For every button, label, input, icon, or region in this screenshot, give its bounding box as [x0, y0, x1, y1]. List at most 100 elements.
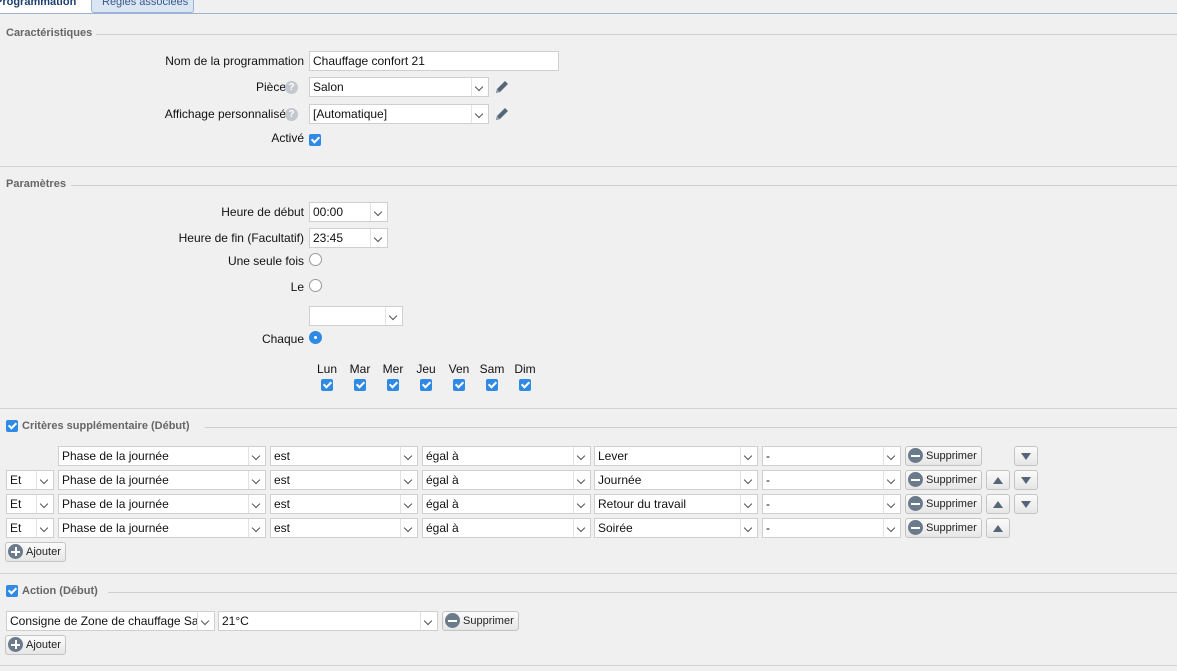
chevron-down-icon	[471, 78, 488, 96]
critere-op-select[interactable]: Et	[6, 518, 54, 538]
chevron-down-icon	[573, 519, 590, 537]
critere-cmp-select[interactable]: égal à	[422, 494, 591, 514]
critere-cmp-select[interactable]: égal à	[422, 446, 591, 466]
action-target-select[interactable]: Consigne de Zone de chauffage Salon	[6, 611, 215, 631]
move-down-button[interactable]	[1014, 446, 1038, 466]
debut-value: 00:00	[313, 205, 344, 219]
critere-value-select[interactable]: Journée	[594, 470, 758, 490]
le-date-select[interactable]	[309, 306, 403, 326]
move-up-button[interactable]	[986, 518, 1010, 538]
delete-label: Supprimer	[926, 474, 977, 486]
chevron-down-icon	[36, 471, 53, 489]
critere-value-select[interactable]: Retour du travail	[594, 494, 758, 514]
day-checkbox-jeu[interactable]	[420, 379, 432, 391]
debut-label: Heure de début	[221, 205, 304, 219]
plus-circle-icon	[8, 637, 23, 652]
delete-critere-button[interactable]: Supprimer	[905, 470, 982, 490]
minus-circle-icon	[445, 613, 460, 628]
move-down-button[interactable]	[1014, 494, 1038, 514]
day-checkbox-sam[interactable]	[486, 379, 498, 391]
move-up-button[interactable]	[986, 470, 1010, 490]
fin-select[interactable]: 23:45	[309, 228, 388, 248]
critere-verb-select[interactable]: est	[270, 518, 418, 538]
move-up-button[interactable]	[986, 494, 1010, 514]
critere-cmp-select[interactable]: égal à	[422, 518, 591, 538]
divider	[0, 166, 1177, 167]
delete-critere-button[interactable]: Supprimer	[905, 494, 982, 514]
chaque-label: Chaque	[261, 332, 304, 346]
action-enable-checkbox[interactable]	[6, 585, 18, 597]
help-icon[interactable]: ?	[285, 108, 298, 121]
critere-field-select[interactable]: Phase de la journée	[58, 470, 266, 490]
une-fois-radio[interactable]	[309, 253, 322, 266]
chevron-down-icon	[36, 519, 53, 537]
critere-verb-select[interactable]: est	[270, 446, 418, 466]
chevron-down-icon	[573, 495, 590, 513]
plus-circle-icon	[8, 544, 23, 559]
chevron-down-icon	[740, 519, 757, 537]
criteres-enable-checkbox[interactable]	[6, 420, 18, 432]
critere-op-select[interactable]: Et	[6, 470, 54, 490]
active-checkbox[interactable]	[309, 134, 321, 146]
nom-input[interactable]: Chauffage confort 21	[309, 51, 559, 71]
day-checkbox-mar[interactable]	[354, 379, 366, 391]
chevron-down-icon	[248, 447, 265, 465]
critere-extra-value: -	[766, 521, 770, 535]
chevron-down-icon	[370, 203, 387, 221]
divider	[0, 573, 1177, 574]
critere-value: Lever	[598, 449, 629, 463]
help-icon[interactable]: ?	[285, 81, 298, 94]
delete-critere-button[interactable]: Supprimer	[905, 446, 982, 466]
day-label-lun: Lun	[316, 362, 338, 376]
add-action-button[interactable]: Ajouter	[5, 635, 66, 655]
debut-select[interactable]: 00:00	[309, 202, 388, 222]
chevron-down-icon	[883, 471, 900, 489]
critere-field-select[interactable]: Phase de la journée	[58, 518, 266, 538]
day-checkbox-ven[interactable]	[453, 379, 465, 391]
critere-op-select[interactable]: Et	[6, 494, 54, 514]
day-checkbox-lun[interactable]	[321, 379, 333, 391]
critere-verb-select[interactable]: est	[270, 470, 418, 490]
section-criteres-header: Critères supplémentaire (Début)	[0, 420, 1177, 434]
critere-field-select[interactable]: Phase de la journée	[58, 446, 266, 466]
critere-extra-select[interactable]: -	[762, 518, 901, 538]
le-radio[interactable]	[309, 279, 322, 292]
pencil-icon[interactable]	[493, 105, 511, 123]
critere-extra-select[interactable]: -	[762, 494, 901, 514]
tab-programmation[interactable]: Programmation	[0, 0, 102, 13]
move-down-button[interactable]	[1014, 470, 1038, 490]
delete-action-button[interactable]: Supprimer	[442, 611, 519, 631]
chaque-radio[interactable]	[309, 331, 322, 344]
chevron-down-icon	[573, 471, 590, 489]
affichage-select[interactable]: [Automatique]	[309, 104, 489, 124]
delete-critere-button[interactable]: Supprimer	[905, 518, 982, 538]
day-checkbox-mer[interactable]	[387, 379, 399, 391]
pencil-icon[interactable]	[493, 78, 511, 96]
critere-value: Soirée	[598, 521, 633, 535]
tab-regles-associees[interactable]: Règles associées	[91, 0, 194, 13]
critere-extra-select[interactable]: -	[762, 470, 901, 490]
critere-value-select[interactable]: Soirée	[594, 518, 758, 538]
day-checkbox-dim[interactable]	[519, 379, 531, 391]
critere-op-value: Et	[10, 497, 22, 511]
critere-extra-value: -	[766, 473, 770, 487]
action-value-select[interactable]: 21°C	[218, 611, 438, 631]
critere-extra-select[interactable]: -	[762, 446, 901, 466]
chevron-down-icon	[400, 519, 417, 537]
piece-select[interactable]: Salon	[309, 77, 489, 97]
affichage-label: Affichage personnalisé	[164, 107, 286, 121]
critere-cmp-value: égal à	[426, 521, 459, 535]
day-label-mer: Mer	[382, 362, 404, 376]
critere-value-select[interactable]: Lever	[594, 446, 758, 466]
critere-verb-select[interactable]: est	[270, 494, 418, 514]
fin-value: 23:45	[313, 231, 344, 245]
chevron-down-icon	[883, 495, 900, 513]
divider	[0, 408, 1177, 409]
piece-value: Salon	[313, 80, 344, 94]
critere-field-select[interactable]: Phase de la journée	[58, 494, 266, 514]
chevron-down-icon	[740, 447, 757, 465]
action-value: 21°C	[222, 614, 249, 628]
critere-cmp-select[interactable]: égal à	[422, 470, 591, 490]
add-critere-button[interactable]: Ajouter	[5, 542, 66, 562]
chevron-down-icon	[197, 612, 214, 630]
